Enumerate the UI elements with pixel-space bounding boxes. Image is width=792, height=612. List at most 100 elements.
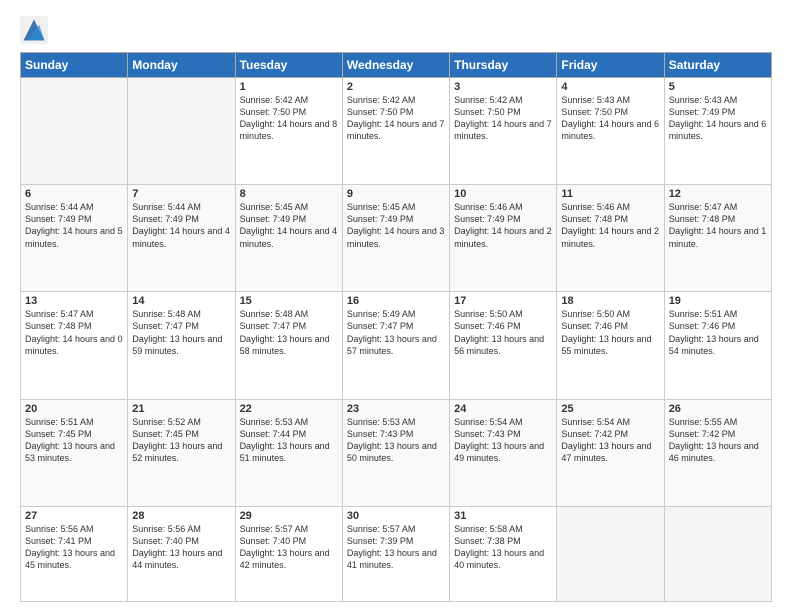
day-number: 25: [561, 403, 659, 415]
day-info: Sunrise: 5:44 AM Sunset: 7:49 PM Dayligh…: [25, 201, 123, 250]
day-number: 27: [25, 510, 123, 522]
weekday-header-row: SundayMondayTuesdayWednesdayThursdayFrid…: [21, 53, 772, 78]
day-number: 4: [561, 81, 659, 93]
calendar-cell: [557, 506, 664, 601]
calendar-cell: 14Sunrise: 5:48 AM Sunset: 7:47 PM Dayli…: [128, 292, 235, 399]
day-info: Sunrise: 5:54 AM Sunset: 7:43 PM Dayligh…: [454, 416, 552, 465]
day-number: 1: [240, 81, 338, 93]
day-info: Sunrise: 5:54 AM Sunset: 7:42 PM Dayligh…: [561, 416, 659, 465]
day-number: 21: [132, 403, 230, 415]
calendar-cell: 2Sunrise: 5:42 AM Sunset: 7:50 PM Daylig…: [342, 78, 449, 185]
calendar-cell: 21Sunrise: 5:52 AM Sunset: 7:45 PM Dayli…: [128, 399, 235, 506]
day-number: 15: [240, 295, 338, 307]
day-info: Sunrise: 5:53 AM Sunset: 7:44 PM Dayligh…: [240, 416, 338, 465]
calendar-cell: 15Sunrise: 5:48 AM Sunset: 7:47 PM Dayli…: [235, 292, 342, 399]
day-info: Sunrise: 5:42 AM Sunset: 7:50 PM Dayligh…: [454, 94, 552, 143]
calendar-cell: 6Sunrise: 5:44 AM Sunset: 7:49 PM Daylig…: [21, 185, 128, 292]
day-info: Sunrise: 5:47 AM Sunset: 7:48 PM Dayligh…: [669, 201, 767, 250]
calendar-cell: 28Sunrise: 5:56 AM Sunset: 7:40 PM Dayli…: [128, 506, 235, 601]
day-number: 8: [240, 188, 338, 200]
day-info: Sunrise: 5:56 AM Sunset: 7:41 PM Dayligh…: [25, 523, 123, 572]
day-number: 26: [669, 403, 767, 415]
calendar-cell: [21, 78, 128, 185]
calendar-cell: 31Sunrise: 5:58 AM Sunset: 7:38 PM Dayli…: [450, 506, 557, 601]
day-number: 31: [454, 510, 552, 522]
calendar-cell: 8Sunrise: 5:45 AM Sunset: 7:49 PM Daylig…: [235, 185, 342, 292]
calendar-table: SundayMondayTuesdayWednesdayThursdayFrid…: [20, 52, 772, 602]
day-info: Sunrise: 5:52 AM Sunset: 7:45 PM Dayligh…: [132, 416, 230, 465]
day-number: 19: [669, 295, 767, 307]
calendar-cell: 18Sunrise: 5:50 AM Sunset: 7:46 PM Dayli…: [557, 292, 664, 399]
day-number: 3: [454, 81, 552, 93]
calendar-cell: 23Sunrise: 5:53 AM Sunset: 7:43 PM Dayli…: [342, 399, 449, 506]
day-info: Sunrise: 5:46 AM Sunset: 7:48 PM Dayligh…: [561, 201, 659, 250]
day-info: Sunrise: 5:47 AM Sunset: 7:48 PM Dayligh…: [25, 308, 123, 357]
day-number: 7: [132, 188, 230, 200]
calendar-cell: 22Sunrise: 5:53 AM Sunset: 7:44 PM Dayli…: [235, 399, 342, 506]
day-number: 20: [25, 403, 123, 415]
calendar-cell: 12Sunrise: 5:47 AM Sunset: 7:48 PM Dayli…: [664, 185, 771, 292]
day-number: 14: [132, 295, 230, 307]
day-number: 5: [669, 81, 767, 93]
calendar-cell: 25Sunrise: 5:54 AM Sunset: 7:42 PM Dayli…: [557, 399, 664, 506]
day-number: 16: [347, 295, 445, 307]
weekday-header-monday: Monday: [128, 53, 235, 78]
day-number: 28: [132, 510, 230, 522]
day-info: Sunrise: 5:45 AM Sunset: 7:49 PM Dayligh…: [347, 201, 445, 250]
weekday-header-saturday: Saturday: [664, 53, 771, 78]
day-number: 9: [347, 188, 445, 200]
weekday-header-thursday: Thursday: [450, 53, 557, 78]
day-number: 30: [347, 510, 445, 522]
calendar-cell: 7Sunrise: 5:44 AM Sunset: 7:49 PM Daylig…: [128, 185, 235, 292]
day-info: Sunrise: 5:43 AM Sunset: 7:50 PM Dayligh…: [561, 94, 659, 143]
page: SundayMondayTuesdayWednesdayThursdayFrid…: [0, 0, 792, 612]
day-info: Sunrise: 5:48 AM Sunset: 7:47 PM Dayligh…: [132, 308, 230, 357]
calendar-cell: [664, 506, 771, 601]
day-info: Sunrise: 5:55 AM Sunset: 7:42 PM Dayligh…: [669, 416, 767, 465]
day-info: Sunrise: 5:56 AM Sunset: 7:40 PM Dayligh…: [132, 523, 230, 572]
calendar-cell: 10Sunrise: 5:46 AM Sunset: 7:49 PM Dayli…: [450, 185, 557, 292]
weekday-header-friday: Friday: [557, 53, 664, 78]
calendar-cell: 13Sunrise: 5:47 AM Sunset: 7:48 PM Dayli…: [21, 292, 128, 399]
calendar-cell: 30Sunrise: 5:57 AM Sunset: 7:39 PM Dayli…: [342, 506, 449, 601]
day-info: Sunrise: 5:51 AM Sunset: 7:46 PM Dayligh…: [669, 308, 767, 357]
header: [20, 16, 772, 44]
day-number: 24: [454, 403, 552, 415]
day-number: 13: [25, 295, 123, 307]
calendar-cell: 5Sunrise: 5:43 AM Sunset: 7:49 PM Daylig…: [664, 78, 771, 185]
day-number: 18: [561, 295, 659, 307]
day-number: 22: [240, 403, 338, 415]
calendar-cell: 1Sunrise: 5:42 AM Sunset: 7:50 PM Daylig…: [235, 78, 342, 185]
calendar-cell: 19Sunrise: 5:51 AM Sunset: 7:46 PM Dayli…: [664, 292, 771, 399]
day-info: Sunrise: 5:43 AM Sunset: 7:49 PM Dayligh…: [669, 94, 767, 143]
day-info: Sunrise: 5:57 AM Sunset: 7:40 PM Dayligh…: [240, 523, 338, 572]
weekday-header-wednesday: Wednesday: [342, 53, 449, 78]
day-info: Sunrise: 5:42 AM Sunset: 7:50 PM Dayligh…: [240, 94, 338, 143]
weekday-header-tuesday: Tuesday: [235, 53, 342, 78]
logo-icon: [20, 16, 48, 44]
calendar-cell: 9Sunrise: 5:45 AM Sunset: 7:49 PM Daylig…: [342, 185, 449, 292]
calendar-cell: 27Sunrise: 5:56 AM Sunset: 7:41 PM Dayli…: [21, 506, 128, 601]
day-number: 6: [25, 188, 123, 200]
day-info: Sunrise: 5:58 AM Sunset: 7:38 PM Dayligh…: [454, 523, 552, 572]
day-number: 23: [347, 403, 445, 415]
calendar-cell: 4Sunrise: 5:43 AM Sunset: 7:50 PM Daylig…: [557, 78, 664, 185]
day-info: Sunrise: 5:49 AM Sunset: 7:47 PM Dayligh…: [347, 308, 445, 357]
day-info: Sunrise: 5:45 AM Sunset: 7:49 PM Dayligh…: [240, 201, 338, 250]
day-number: 12: [669, 188, 767, 200]
day-number: 2: [347, 81, 445, 93]
calendar-cell: 24Sunrise: 5:54 AM Sunset: 7:43 PM Dayli…: [450, 399, 557, 506]
day-info: Sunrise: 5:53 AM Sunset: 7:43 PM Dayligh…: [347, 416, 445, 465]
calendar-cell: 3Sunrise: 5:42 AM Sunset: 7:50 PM Daylig…: [450, 78, 557, 185]
day-info: Sunrise: 5:50 AM Sunset: 7:46 PM Dayligh…: [454, 308, 552, 357]
day-info: Sunrise: 5:51 AM Sunset: 7:45 PM Dayligh…: [25, 416, 123, 465]
day-info: Sunrise: 5:46 AM Sunset: 7:49 PM Dayligh…: [454, 201, 552, 250]
weekday-header-sunday: Sunday: [21, 53, 128, 78]
calendar-cell: 16Sunrise: 5:49 AM Sunset: 7:47 PM Dayli…: [342, 292, 449, 399]
day-info: Sunrise: 5:42 AM Sunset: 7:50 PM Dayligh…: [347, 94, 445, 143]
calendar-cell: 11Sunrise: 5:46 AM Sunset: 7:48 PM Dayli…: [557, 185, 664, 292]
day-number: 11: [561, 188, 659, 200]
day-info: Sunrise: 5:48 AM Sunset: 7:47 PM Dayligh…: [240, 308, 338, 357]
logo: [20, 16, 50, 44]
day-number: 29: [240, 510, 338, 522]
